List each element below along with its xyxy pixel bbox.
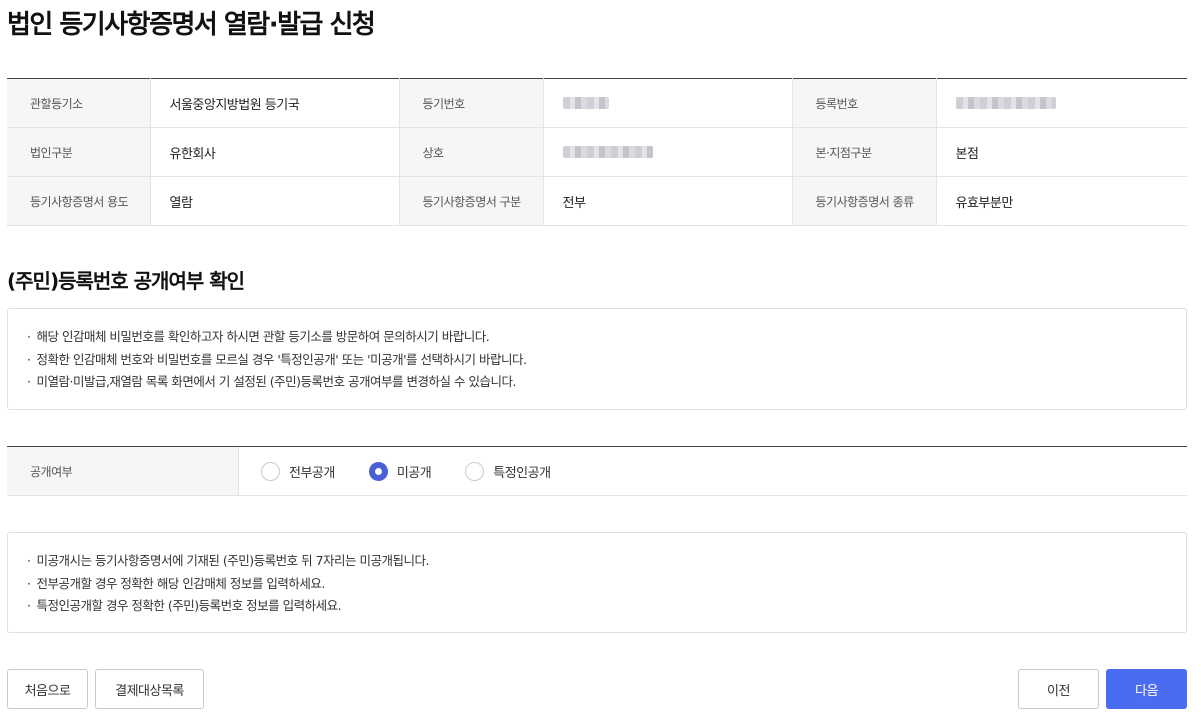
list-item: 미공개시는 등기사항증명서에 기재된 (주민)등록번호 뒤 7자리는 미공개됩니… [27,550,1186,573]
masked-value [955,97,1056,109]
label-certificate-purpose: 등기사항증명서 용도 [7,176,150,226]
value-registration-number [935,78,1187,128]
label-registration-number: 등록번호 [791,78,936,128]
page-title: 법인 등기사항증명서 열람·발급 신청 [7,10,376,40]
masked-value [562,97,609,109]
payment-list-button[interactable]: 결제대상목록 [95,669,204,709]
notice-box: 해당 인감매체 비밀번호를 확인하고자 하시면 관할 등기소를 방문하여 문의하… [7,308,1187,410]
label-branch-type: 본·지점구분 [791,127,936,177]
radio-label[interactable]: 특정인공개 [493,462,551,481]
next-button[interactable]: 다음 [1106,669,1187,709]
radio-circle-icon[interactable] [465,461,485,481]
value-certificate-purpose: 열람 [149,176,399,226]
list-item: 미열람·미발급,재열람 목록 화면에서 기 설정된 (주민)등록번호 공개여부를… [27,371,1186,394]
value-certificate-scope: 전부 [542,176,792,226]
radio-circle-icon[interactable] [368,461,388,481]
label-registry-number: 등기번호 [398,78,543,128]
radio-specific-disclosure[interactable]: 특정인공개 [465,461,551,481]
label-certificate-scope: 등기사항증명서 구분 [398,176,543,226]
value-branch-type: 본점 [935,127,1187,177]
registry-info-table: 관할등기소 서울중앙지방법원 등기국 등기번호 등록번호 법인구분 유한회사 상… [7,78,1187,226]
section-title: (주민)등록번호 공개여부 확인 [7,269,245,293]
radio-non-disclosure[interactable]: 미공개 [368,461,432,481]
value-registry-office: 서울중앙지방법원 등기국 [149,78,399,128]
list-item: 해당 인감매체 비밀번호를 확인하고자 하시면 관할 등기소를 방문하여 문의하… [27,326,1186,349]
label-registry-office: 관할등기소 [7,78,150,128]
home-button[interactable]: 처음으로 [7,669,88,709]
list-item: 특정인공개할 경우 정확한 (주민)등록번호 정보를 입력하세요. [27,595,1186,618]
disclosure-label: 공개여부 [7,447,239,495]
table-row: 등기사항증명서 용도 열람 등기사항증명서 구분 전부 등기사항증명서 종류 유… [7,176,1187,226]
table-row: 관할등기소 서울중앙지방법원 등기국 등기번호 등록번호 [7,78,1187,128]
radio-circle-icon[interactable] [261,461,280,481]
value-registry-number [542,78,792,128]
radio-full-disclosure[interactable]: 전부공개 [261,461,335,481]
notice-box: 미공개시는 등기사항증명서에 기재된 (주민)등록번호 뒤 7자리는 미공개됩니… [7,532,1187,633]
radio-label[interactable]: 전부공개 [289,462,335,481]
label-corporation-type: 법인구분 [7,127,150,177]
masked-value [562,146,653,158]
disclosure-radio-group: 전부공개 미공개 특정인공개 [239,447,585,495]
list-item: 전부공개할 경우 정확한 해당 인감매체 정보를 입력하세요. [27,573,1186,596]
disclosure-row: 공개여부 전부공개 미공개 특정인공개 [7,446,1187,496]
list-item: 정확한 인감매체 번호와 비밀번호를 모르실 경우 '특정인공개' 또는 '미공… [27,349,1186,372]
value-certificate-kind: 유효부분만 [935,176,1187,226]
value-trade-name [542,127,792,177]
radio-label[interactable]: 미공개 [397,462,432,481]
label-certificate-kind: 등기사항증명서 종류 [791,176,936,226]
value-corporation-type: 유한회사 [149,127,399,177]
prev-button[interactable]: 이전 [1018,669,1099,709]
table-row: 법인구분 유한회사 상호 본·지점구분 본점 [7,127,1187,177]
label-trade-name: 상호 [398,127,543,177]
